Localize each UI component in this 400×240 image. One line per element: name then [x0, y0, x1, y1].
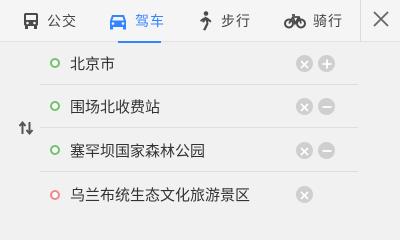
tab-walk-label: 步行	[221, 14, 251, 30]
travel-mode-tabs: 公交 驾车 步行 骑行	[0, 0, 400, 43]
clear-button[interactable]	[296, 54, 313, 73]
tab-bus[interactable]: 公交	[22, 0, 77, 42]
tab-bike-label: 骑行	[313, 14, 343, 30]
waypoint-start-row[interactable]: 北京市	[40, 42, 358, 85]
waypoint-via-row[interactable]: 塞罕坝国家森林公园	[40, 129, 358, 172]
tab-car[interactable]: 驾车	[108, 0, 165, 43]
remove-waypoint-button[interactable]	[318, 141, 335, 160]
tab-bus-label: 公交	[47, 14, 77, 30]
tab-walk[interactable]: 步行	[196, 0, 251, 42]
waypoint-end-row[interactable]: 乌兰布统生态文化旅游景区	[40, 173, 358, 216]
minus-icon	[322, 97, 332, 116]
remove-waypoint-button[interactable]	[318, 97, 335, 116]
clear-icon	[300, 54, 309, 73]
waypoint-name[interactable]: 北京市	[70, 53, 296, 74]
tab-bike[interactable]: 骑行	[284, 0, 343, 42]
waypoint-name[interactable]: 乌兰布统生态文化旅游景区	[70, 184, 296, 205]
waypoint-list: 北京市 围场北收费站 塞罕坝国家森林公园 乌兰布统生态文化旅游景区	[40, 42, 358, 218]
swap-icon	[18, 120, 34, 139]
bus-icon	[22, 12, 40, 30]
action-spacer	[318, 186, 335, 203]
clear-button[interactable]	[296, 186, 313, 203]
end-dot-icon	[50, 189, 60, 200]
route-panel: 公交 驾车 步行 骑行 北京市 围场北收费站 塞罕坝国家森林公园 乌兰布统生态文…	[0, 0, 400, 218]
bike-icon	[284, 13, 306, 29]
clear-icon	[300, 141, 309, 160]
clear-button[interactable]	[296, 97, 313, 116]
add-waypoint-button[interactable]	[318, 54, 335, 73]
start-dot-icon	[50, 58, 60, 68]
close-icon	[372, 11, 389, 31]
car-icon	[108, 12, 128, 30]
waypoint-name[interactable]: 塞罕坝国家森林公园	[70, 140, 296, 161]
close-button[interactable]	[360, 0, 400, 42]
waypoint-name[interactable]: 围场北收费站	[70, 96, 296, 117]
clear-icon	[300, 185, 309, 204]
via-dot-icon	[50, 145, 60, 155]
tab-car-label: 驾车	[135, 14, 165, 30]
via-dot-icon	[50, 101, 60, 111]
plus-icon	[322, 54, 332, 73]
clear-icon	[300, 97, 309, 116]
walk-icon	[196, 11, 214, 31]
clear-button[interactable]	[296, 141, 313, 160]
swap-route-button[interactable]	[17, 120, 35, 138]
waypoint-via-row[interactable]: 围场北收费站	[40, 85, 358, 128]
minus-icon	[322, 141, 332, 160]
